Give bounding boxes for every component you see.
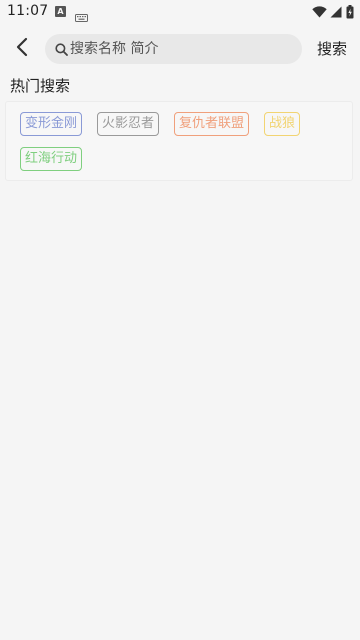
signal-icon bbox=[330, 6, 342, 18]
status-bar: 11:07 A bbox=[0, 0, 360, 24]
hot-search-title: 热门搜索 bbox=[10, 77, 71, 95]
hot-search-panel: 变形金刚 火影忍者 复仇者联盟 战狼 红海行动 bbox=[5, 101, 353, 181]
chevron-left-icon bbox=[15, 37, 29, 61]
search-box[interactable] bbox=[45, 34, 302, 64]
notification-a-icon: A bbox=[55, 6, 66, 17]
search-icon bbox=[54, 42, 68, 56]
back-button[interactable] bbox=[8, 35, 36, 63]
status-icons bbox=[312, 4, 354, 20]
wifi-icon bbox=[312, 6, 327, 18]
hot-tag-transformers[interactable]: 变形金刚 bbox=[20, 112, 83, 136]
battery-icon bbox=[346, 5, 354, 19]
search-input[interactable] bbox=[70, 35, 290, 63]
search-button[interactable]: 搜索 bbox=[312, 37, 352, 61]
search-header: 搜索 bbox=[0, 24, 360, 74]
hot-tag-avengers[interactable]: 复仇者联盟 bbox=[174, 112, 250, 136]
hot-tag-naruto[interactable]: 火影忍者 bbox=[97, 112, 160, 136]
keyboard-icon bbox=[75, 7, 88, 22]
hot-tag-operation-red-sea[interactable]: 红海行动 bbox=[20, 147, 83, 171]
hot-tag-wolf-warrior[interactable]: 战狼 bbox=[264, 112, 301, 136]
status-time: 11:07 bbox=[7, 3, 49, 19]
